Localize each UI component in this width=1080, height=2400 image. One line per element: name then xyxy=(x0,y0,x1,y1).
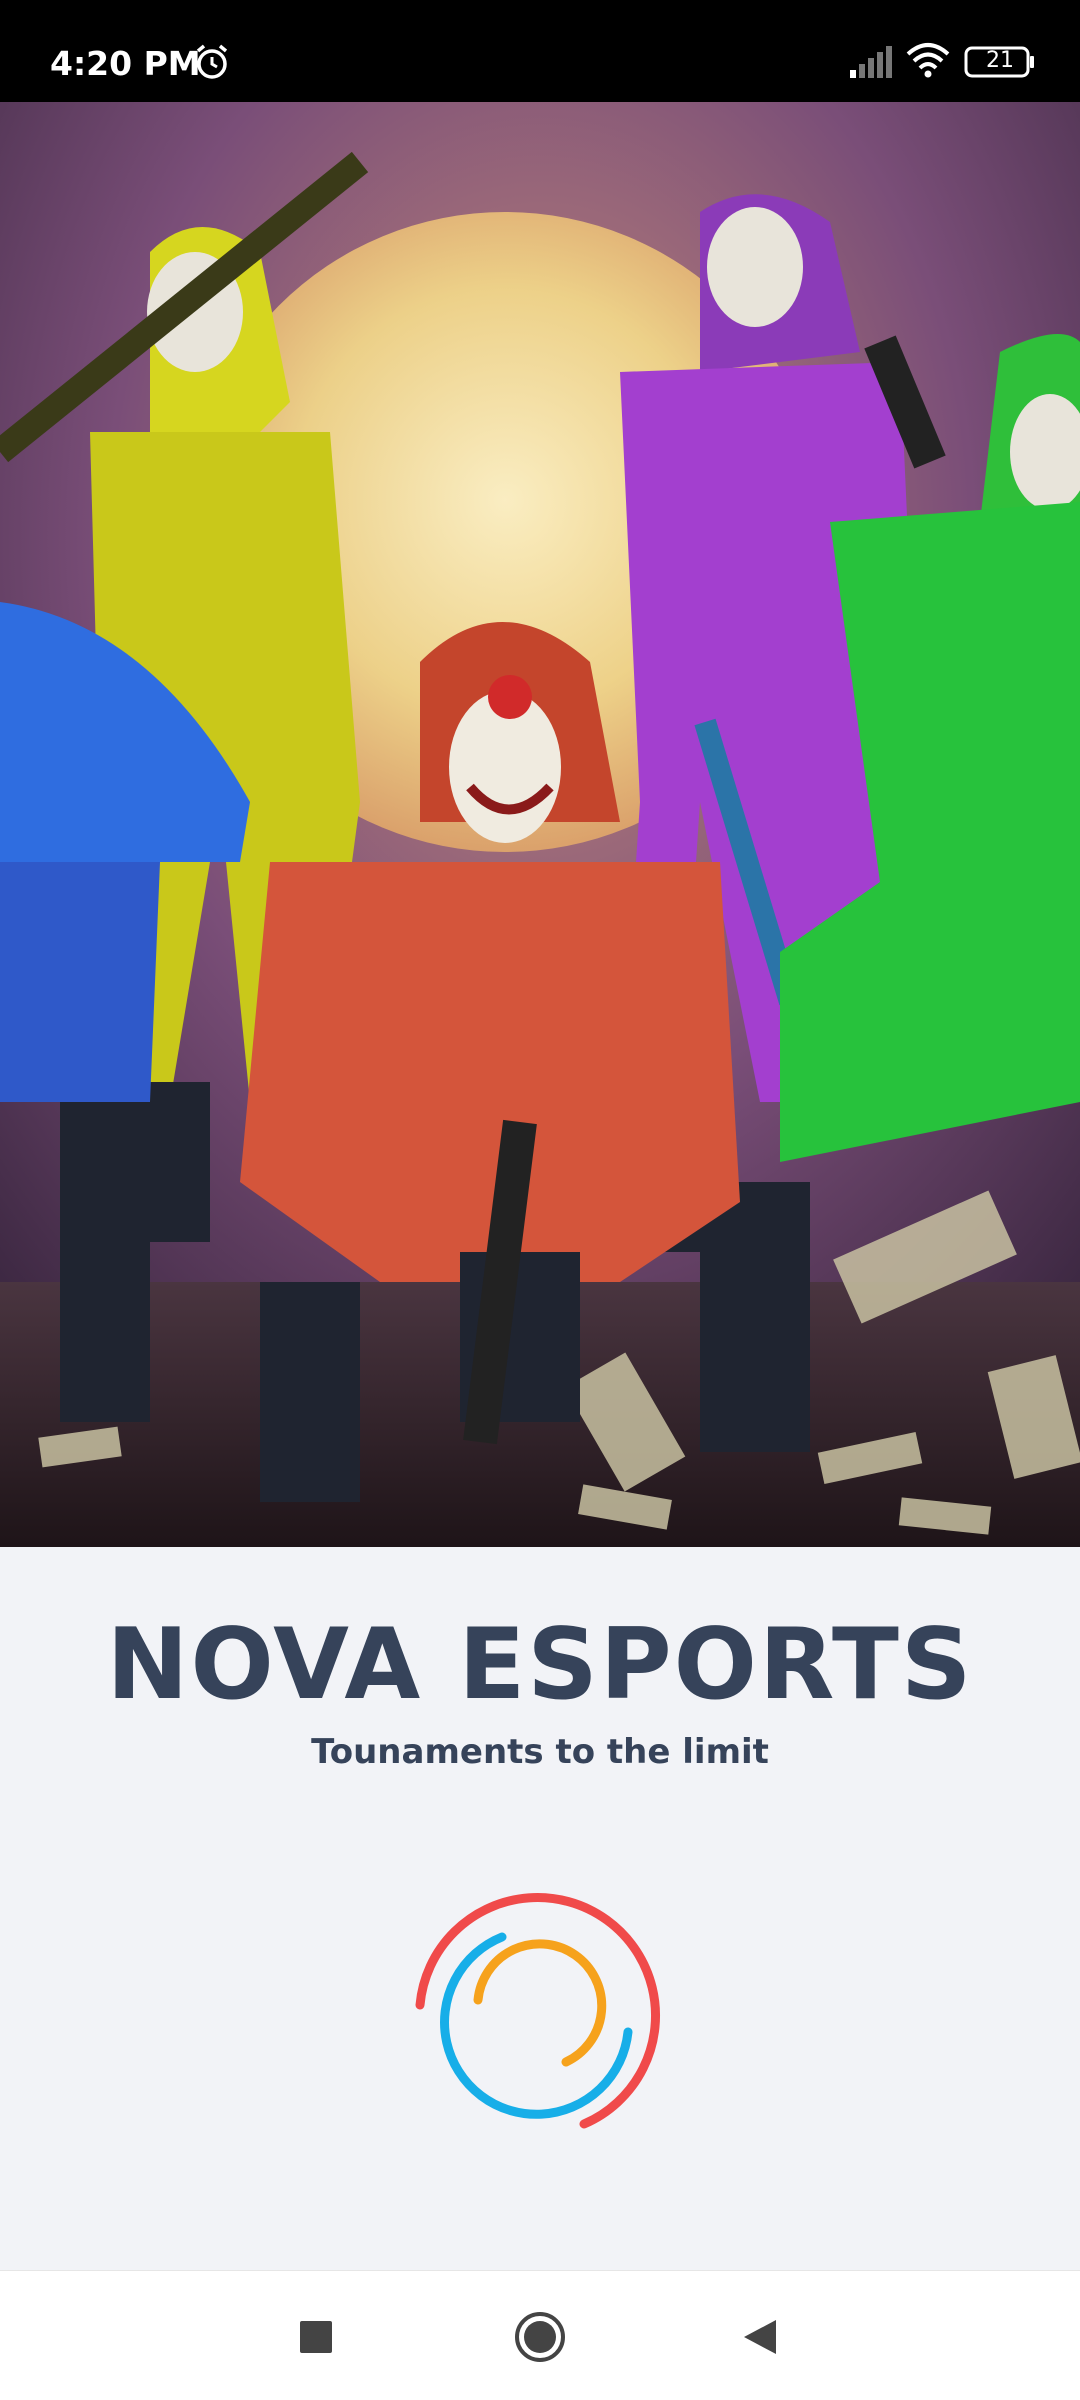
app-tagline: Tounaments to the limit xyxy=(311,1732,769,1772)
back-icon xyxy=(744,2320,776,2354)
hero-illustration xyxy=(0,102,1080,1547)
status-bar: 4:20 PM 21 xyxy=(0,0,1080,102)
app-title: NOVA ESPORTS xyxy=(106,1608,974,1722)
system-navigation-bar xyxy=(0,2270,1080,2400)
recents-button[interactable] xyxy=(288,2309,344,2365)
loading-spinner-icon xyxy=(415,1893,661,2129)
wifi-icon xyxy=(906,43,950,78)
back-button[interactable] xyxy=(732,2309,788,2365)
recents-icon xyxy=(300,2321,332,2353)
status-time: 4:20 PM xyxy=(50,44,201,83)
signal-icon xyxy=(850,46,892,78)
alarm-icon xyxy=(196,44,228,79)
home-icon xyxy=(515,2312,565,2362)
home-button[interactable] xyxy=(512,2309,568,2365)
battery-level: 21 xyxy=(986,48,1014,73)
